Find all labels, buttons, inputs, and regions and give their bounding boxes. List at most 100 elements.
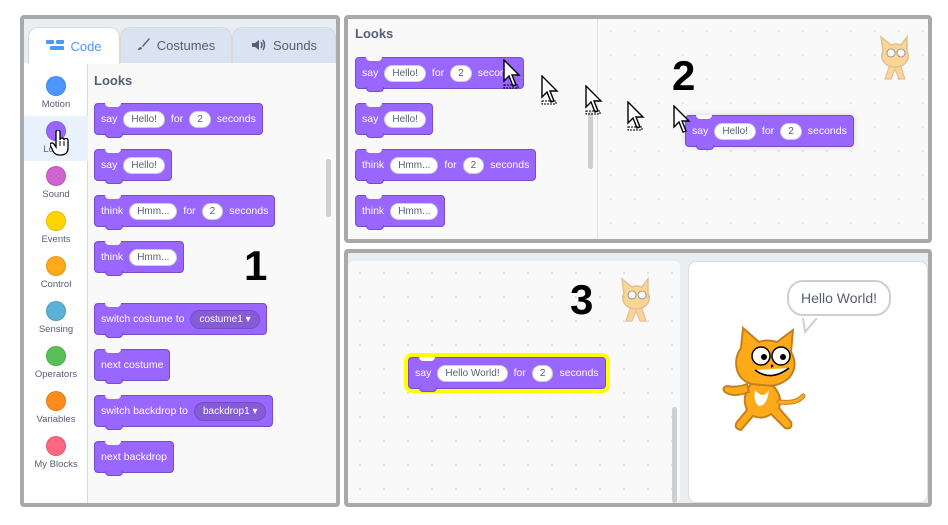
sound-dot-icon <box>46 166 66 186</box>
dragged-say-block[interactable]: say Hello! for 2 seconds <box>685 115 854 150</box>
drag-cursor-icon <box>585 85 603 115</box>
seconds-input[interactable]: 2 <box>531 364 554 382</box>
block-text: seconds <box>229 205 269 217</box>
say-block[interactable]: say Hello! <box>355 103 433 138</box>
panel-2-drag-block: Looks say Hello! for 2 seconds say Hello… <box>344 15 932 243</box>
message-input[interactable]: Hello! <box>384 110 426 128</box>
motion-dot-icon <box>46 76 66 96</box>
block-text: for <box>431 67 445 79</box>
sprite-thumbnail-icon <box>879 34 910 80</box>
say-for-seconds-block[interactable]: say Hello! for 2 seconds <box>355 57 524 92</box>
category-motion[interactable]: Motion <box>24 71 88 116</box>
partial-block[interactable] <box>94 503 210 507</box>
palette-title: Looks <box>94 73 133 88</box>
palette-scrollbar[interactable] <box>326 159 331 217</box>
think-block[interactable]: think Hmm... <box>355 195 446 230</box>
dropdown-arrow-icon: ▾ <box>245 313 251 325</box>
message-input[interactable]: Hello World! <box>437 364 508 382</box>
tab-sounds[interactable]: Sounds <box>232 27 336 63</box>
block-text: switch backdrop to <box>101 405 188 417</box>
editor-tabs: Code Costumes Sounds <box>24 19 336 64</box>
brush-icon <box>137 37 151 54</box>
message-input[interactable]: Hello! <box>123 110 165 128</box>
category-events[interactable]: Events <box>24 206 88 251</box>
message-input[interactable]: Hmm... <box>390 202 439 220</box>
palette-title: Looks <box>355 26 394 41</box>
category-sensing[interactable]: Sensing <box>24 296 88 341</box>
code-icon <box>46 38 65 54</box>
tab-costumes[interactable]: Costumes <box>120 27 232 63</box>
say-block[interactable]: say Hello! <box>94 149 172 184</box>
category-looks[interactable]: Looks <box>24 116 88 161</box>
seconds-input[interactable]: 2 <box>201 202 224 220</box>
events-dot-icon <box>46 211 66 231</box>
seconds-input[interactable]: 2 <box>189 110 211 128</box>
my-blocks-dot-icon <box>46 436 66 456</box>
panel-1-code-editor: Code Costumes Sounds Motion Looks <box>20 15 340 507</box>
category-my-blocks[interactable]: My Blocks <box>24 431 88 476</box>
panel-number-3: 3 <box>570 276 594 323</box>
category-control[interactable]: Control <box>24 251 88 296</box>
category-label: Events <box>41 234 71 245</box>
category-sound[interactable]: Sound <box>24 161 88 206</box>
seconds-input[interactable]: 2 <box>450 64 472 82</box>
block-text: seconds <box>216 113 256 125</box>
drag-cursor-icon <box>627 101 645 131</box>
scratch-cat-sprite[interactable] <box>719 326 809 436</box>
message-input[interactable]: Hmm... <box>129 248 178 266</box>
tab-code-label: Code <box>70 38 102 54</box>
tab-sounds-label: Sounds <box>272 38 318 53</box>
block-text: seconds <box>559 367 599 379</box>
category-operators[interactable]: Operators <box>24 341 88 386</box>
think-for-seconds-block[interactable]: think Hmm... for 2 seconds <box>94 195 276 230</box>
block-text: next costume <box>101 359 164 371</box>
next-backdrop-block[interactable]: next backdrop <box>94 441 174 476</box>
block-text: think <box>362 159 385 171</box>
category-label: Sound <box>42 189 70 200</box>
block-text: seconds <box>490 159 530 171</box>
speaker-icon <box>251 38 267 54</box>
speech-text: Hello World! <box>801 290 877 306</box>
category-variables[interactable]: Variables <box>24 386 88 431</box>
think-block[interactable]: think Hmm... <box>94 241 185 276</box>
block-palette: Looks say Hello! for 2 seconds say Hello… <box>88 63 336 507</box>
drag-palette-area: Looks say Hello! for 2 seconds say Hello… <box>348 19 598 239</box>
tab-code[interactable]: Code <box>28 27 120 64</box>
block-text: think <box>101 205 124 217</box>
seconds-input[interactable]: 2 <box>780 122 802 140</box>
sensing-dot-icon <box>46 301 66 321</box>
category-label: Control <box>40 279 72 290</box>
switch-costume-block[interactable]: switch costume to costume1 ▾ <box>94 303 267 338</box>
block-text: for <box>513 367 526 379</box>
category-menu: Motion Looks Sound Events Control Sensin… <box>24 63 88 503</box>
message-input[interactable]: Hello! <box>714 122 756 140</box>
drag-palette-scrollbar[interactable] <box>588 111 593 169</box>
next-costume-block[interactable]: next costume <box>94 349 171 384</box>
workspace-scrollbar[interactable] <box>672 407 677 503</box>
speech-bubble: Hello World! <box>787 280 891 316</box>
variables-dot-icon <box>46 391 66 411</box>
script-workspace: say Hello World! for 2 seconds 3 <box>348 261 680 503</box>
costume-dropdown[interactable]: costume1 ▾ <box>190 309 260 329</box>
message-input[interactable]: Hello! <box>123 156 165 174</box>
switch-backdrop-block[interactable]: switch backdrop to backdrop1 ▾ <box>94 395 274 430</box>
message-input[interactable]: Hello! <box>384 64 426 82</box>
block-text: seconds <box>807 125 847 137</box>
tab-costumes-label: Costumes <box>156 38 216 53</box>
block-text: switch costume to <box>101 313 185 325</box>
stage[interactable]: Hello World! <box>688 261 928 503</box>
dropdown-arrow-icon: ▾ <box>252 405 258 417</box>
block-text: for <box>183 205 196 217</box>
category-label: Sensing <box>38 324 74 335</box>
seconds-input[interactable]: 2 <box>462 156 485 174</box>
backdrop-dropdown[interactable]: backdrop1 ▾ <box>193 401 267 421</box>
message-input[interactable]: Hmm... <box>129 202 178 220</box>
category-label: Motion <box>41 99 71 110</box>
running-say-block[interactable]: say Hello World! for 2 seconds <box>408 357 606 392</box>
message-input[interactable]: Hmm... <box>390 156 439 174</box>
block-text: for <box>761 125 775 137</box>
think-for-seconds-block[interactable]: think Hmm... for 2 seconds <box>355 149 537 184</box>
panel-3-run-result: say Hello World! for 2 seconds 3 Hello W… <box>344 249 932 507</box>
say-for-seconds-block[interactable]: say Hello! for 2 seconds <box>94 103 263 138</box>
block-text: think <box>362 205 385 217</box>
